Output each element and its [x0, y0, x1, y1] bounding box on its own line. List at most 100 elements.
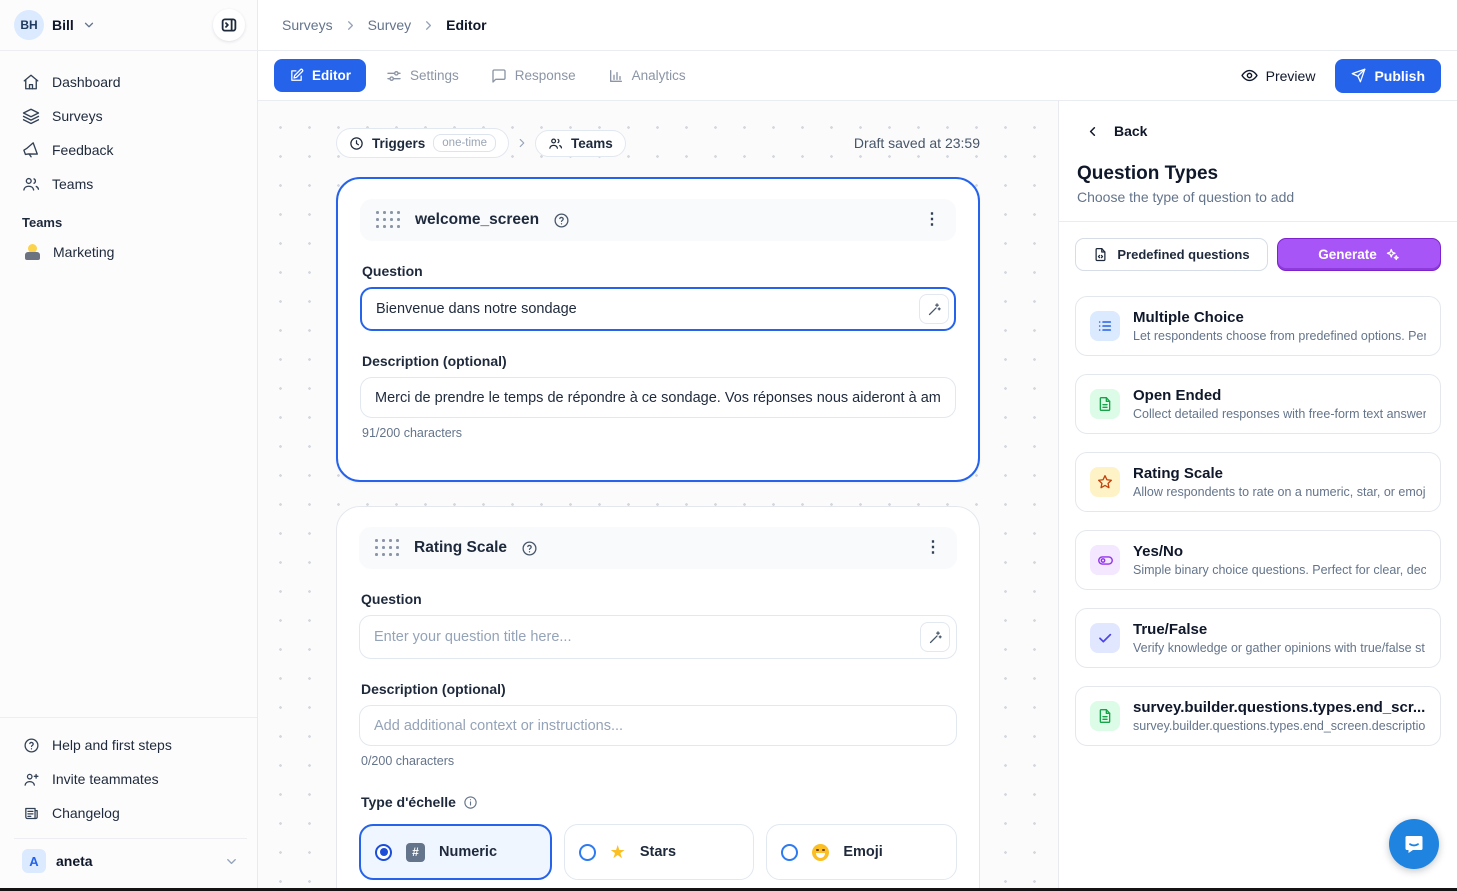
- scale-option-numeric[interactable]: # Numeric: [359, 824, 552, 880]
- question-card-welcome[interactable]: welcome_screen ⋮ Question: [336, 177, 980, 482]
- chevron-right-icon: [421, 18, 436, 33]
- description-input[interactable]: [360, 377, 956, 418]
- users-icon: [22, 175, 40, 193]
- predefined-label: Predefined questions: [1117, 247, 1249, 262]
- sidebar-header: BH Bill: [0, 0, 257, 51]
- help-circle-icon: [22, 736, 40, 754]
- chevron-right-icon: [515, 136, 529, 150]
- sidebar-item-dashboard[interactable]: Dashboard: [14, 65, 247, 99]
- question-types-panel: Back Question Types Choose the type of q…: [1058, 101, 1457, 891]
- check-icon: [1090, 623, 1120, 653]
- chevron-left-icon: [1085, 124, 1100, 139]
- sidebar-item-label: Surveys: [52, 108, 103, 124]
- publish-label: Publish: [1374, 68, 1425, 84]
- sidebar-item-teams[interactable]: Teams: [14, 167, 247, 201]
- chevron-down-icon: [224, 854, 239, 869]
- worker-emoji-icon: [24, 244, 41, 260]
- numeric-keycap-icon: #: [406, 843, 425, 862]
- list-icon: [1090, 311, 1120, 341]
- file-code-icon: [1093, 247, 1108, 262]
- sidebar-footer: Help and first steps Invite teammates Ch…: [0, 717, 257, 891]
- team-name: Marketing: [53, 244, 114, 260]
- panel-toggle-icon: [220, 16, 238, 34]
- type-title: True/False: [1133, 621, 1426, 638]
- question-label: Question: [362, 263, 954, 279]
- question-type-rating-scale[interactable]: Rating Scale Allow respondents to rate o…: [1075, 452, 1441, 512]
- eye-icon: [1241, 67, 1258, 84]
- back-button[interactable]: Back: [1075, 119, 1441, 139]
- question-type-yes-no[interactable]: Yes/No Simple binary choice questions. P…: [1075, 530, 1441, 590]
- description-input[interactable]: [359, 705, 957, 746]
- tab-analytics[interactable]: Analytics: [596, 59, 698, 93]
- sidebar-item-surveys[interactable]: Surveys: [14, 99, 247, 133]
- magic-wand-icon[interactable]: [919, 294, 949, 324]
- breadcrumb-surveys[interactable]: Surveys: [282, 17, 333, 33]
- users-icon: [548, 136, 563, 151]
- sidebar-item-feedback[interactable]: Feedback: [14, 133, 247, 167]
- publish-button[interactable]: Publish: [1335, 59, 1441, 93]
- sidebar-item-label: Teams: [52, 176, 93, 192]
- collapse-sidebar-button[interactable]: [213, 9, 245, 41]
- sidebar: BH Bill Dashboard Surv: [0, 0, 258, 891]
- type-title: survey.builder.questions.types.end_scr..…: [1133, 699, 1426, 716]
- description-label: Description (optional): [361, 681, 955, 697]
- sidebar-item-label: Invite teammates: [52, 771, 159, 787]
- card-header: Rating Scale ⋮: [359, 527, 957, 569]
- sidebar-item-label: Dashboard: [52, 74, 121, 90]
- chevron-right-icon: [343, 18, 358, 33]
- sidebar-item-label: Help and first steps: [52, 737, 172, 753]
- teams-pill[interactable]: Teams: [535, 130, 626, 157]
- sidebar-item-changelog[interactable]: Changelog: [14, 796, 247, 830]
- generate-button[interactable]: Generate: [1277, 238, 1441, 271]
- sidebar-item-help[interactable]: Help and first steps: [14, 728, 247, 762]
- triggers-pill[interactable]: Triggers one-time: [336, 128, 509, 158]
- chat-launcher-button[interactable]: [1389, 819, 1439, 869]
- question-title-input[interactable]: [359, 615, 957, 659]
- smiley-emoji-icon: [812, 844, 829, 861]
- question-type-multiple-choice[interactable]: Multiple Choice Let respondents choose f…: [1075, 296, 1441, 356]
- card-menu-icon[interactable]: ⋮: [925, 540, 941, 556]
- chevron-down-icon[interactable]: [82, 18, 96, 32]
- card-menu-icon[interactable]: ⋮: [924, 212, 940, 228]
- breadcrumb-survey[interactable]: Survey: [368, 17, 412, 33]
- trigger-type-badge: one-time: [433, 134, 496, 152]
- org-switcher[interactable]: A aneta: [14, 838, 247, 881]
- magic-wand-icon[interactable]: [920, 622, 950, 652]
- type-title: Multiple Choice: [1133, 309, 1426, 326]
- question-type-open-ended[interactable]: Open Ended Collect detailed responses wi…: [1075, 374, 1441, 434]
- question-type-end-screen[interactable]: survey.builder.questions.types.end_scr..…: [1075, 686, 1441, 746]
- question-type-true-false[interactable]: True/False Verify knowledge or gather op…: [1075, 608, 1441, 668]
- sidebar-item-label: Changelog: [52, 805, 120, 821]
- question-help-icon[interactable]: [553, 212, 570, 229]
- star-icon: [1090, 467, 1120, 497]
- type-desc: survey.builder.questions.types.end_scree…: [1133, 719, 1426, 733]
- sliders-icon: [386, 68, 402, 84]
- drag-handle-icon[interactable]: [376, 211, 401, 229]
- type-title: Open Ended: [1133, 387, 1426, 404]
- scale-option-stars[interactable]: ★ Stars: [564, 824, 755, 880]
- info-icon[interactable]: [463, 795, 478, 810]
- question-title-input[interactable]: [360, 287, 956, 331]
- question-help-icon[interactable]: [521, 540, 538, 557]
- scale-option-emoji[interactable]: Emoji: [766, 824, 957, 880]
- tab-settings[interactable]: Settings: [374, 59, 471, 93]
- user-avatar[interactable]: BH: [14, 10, 44, 40]
- predefined-questions-button[interactable]: Predefined questions: [1075, 238, 1268, 271]
- question-card-rating[interactable]: Rating Scale ⋮ Question: [336, 506, 980, 891]
- divider: [1059, 221, 1457, 222]
- teams-section-label: Teams: [14, 201, 247, 236]
- builder-canvas: Triggers one-time Teams Draft sav: [258, 101, 1058, 891]
- tab-editor[interactable]: Editor: [274, 59, 366, 92]
- panel-actions: Predefined questions Generate: [1075, 238, 1441, 271]
- radio-icon: [781, 844, 798, 861]
- sidebar-item-invite[interactable]: Invite teammates: [14, 762, 247, 796]
- user-name[interactable]: Bill: [52, 17, 74, 33]
- preview-button[interactable]: Preview: [1241, 67, 1316, 84]
- sidebar-item-marketing[interactable]: Marketing: [14, 236, 247, 268]
- drag-handle-icon[interactable]: [375, 539, 400, 557]
- tab-response[interactable]: Response: [479, 59, 588, 93]
- app-root: BH Bill Dashboard Surv: [0, 0, 1457, 891]
- scale-options: # Numeric ★ Stars Emoji: [359, 824, 957, 880]
- layers-icon: [22, 107, 40, 125]
- tab-label: Settings: [410, 68, 459, 83]
